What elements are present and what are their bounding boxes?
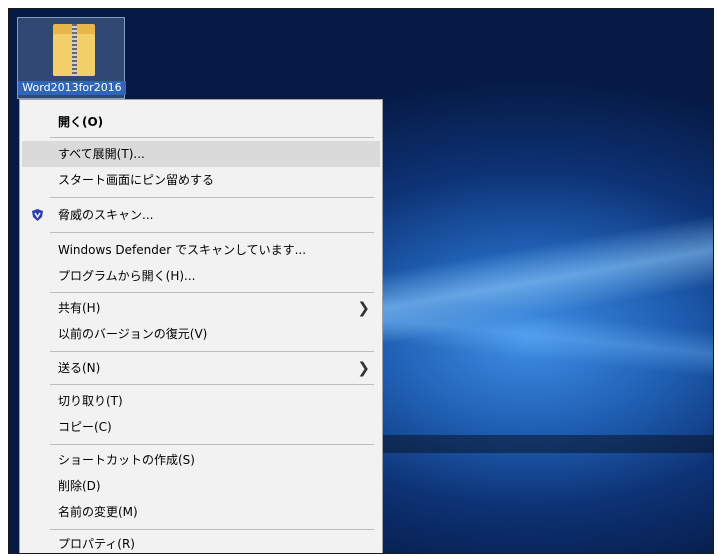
menu-separator (50, 444, 374, 445)
menu-item-rename[interactable]: 名前の変更(M) (22, 499, 380, 525)
menu-item-copy[interactable]: コピー(C) (22, 414, 380, 440)
menu-item-properties[interactable]: プロパティ(R) (22, 531, 380, 553)
menu-item-label: 送る(N) (58, 361, 101, 375)
menu-item-pin-start[interactable]: スタート画面にピン留めする (22, 167, 380, 193)
menu-separator (50, 384, 374, 385)
menu-item-label: Windows Defender でスキャンしています... (58, 243, 307, 257)
menu-item-send-to[interactable]: 送る(N) ❯ (22, 355, 380, 381)
menu-item-create-shortcut[interactable]: ショートカットの作成(S) (22, 447, 380, 473)
menu-item-open-with[interactable]: プログラムから開く(H)... (22, 263, 380, 289)
chevron-right-icon: ❯ (357, 299, 370, 317)
menu-item-label: 以前のバージョンの復元(V) (58, 327, 208, 341)
menu-item-restore-versions[interactable]: 以前のバージョンの復元(V) (22, 321, 380, 347)
menu-separator (50, 137, 374, 138)
menu-item-label: すべて展開(T)... (58, 147, 145, 161)
zip-folder-icon (53, 24, 95, 76)
menu-item-label: 脅威のスキャン... (58, 208, 154, 222)
menu-item-label: ショートカットの作成(S) (58, 453, 195, 467)
file-name-label: Word2013for2016 (18, 81, 126, 95)
menu-separator (50, 232, 374, 233)
menu-separator (50, 292, 374, 293)
wallpaper-dark-beam (369, 435, 713, 453)
menu-item-share[interactable]: 共有(H) ❯ (22, 295, 380, 321)
menu-item-label: 切り取り(T) (58, 394, 123, 408)
menu-item-open[interactable]: 開く(O) (22, 109, 380, 135)
shield-icon (32, 209, 43, 221)
desktop: Word2013for2016 開く(O) すべて展開(T)... スタート画面… (8, 8, 714, 554)
chevron-right-icon: ❯ (357, 359, 370, 377)
menu-item-label: 開く(O) (58, 115, 104, 129)
menu-item-label: プログラムから開く(H)... (58, 269, 196, 283)
menu-separator (50, 197, 374, 198)
menu-separator (50, 529, 374, 530)
menu-item-defender-scan[interactable]: Windows Defender でスキャンしています... (22, 237, 380, 263)
menu-item-label: 削除(D) (58, 479, 101, 493)
menu-item-label: プロパティ(R) (58, 537, 135, 551)
desktop-file-zip[interactable]: Word2013for2016 (17, 17, 126, 99)
menu-separator (50, 351, 374, 352)
menu-item-delete[interactable]: 削除(D) (22, 473, 380, 499)
menu-item-label: コピー(C) (58, 420, 112, 434)
menu-item-label: 共有(H) (58, 301, 101, 315)
menu-item-extract-all[interactable]: すべて展開(T)... (22, 141, 380, 167)
menu-item-label: スタート画面にピン留めする (58, 173, 215, 187)
menu-item-label: 名前の変更(M) (58, 505, 138, 519)
menu-item-cut[interactable]: 切り取り(T) (22, 388, 380, 414)
menu-item-scan-threats[interactable]: 脅威のスキャン... (22, 202, 380, 228)
context-menu: 開く(O) すべて展開(T)... スタート画面にピン留めする 脅威のスキャン.… (19, 99, 383, 553)
